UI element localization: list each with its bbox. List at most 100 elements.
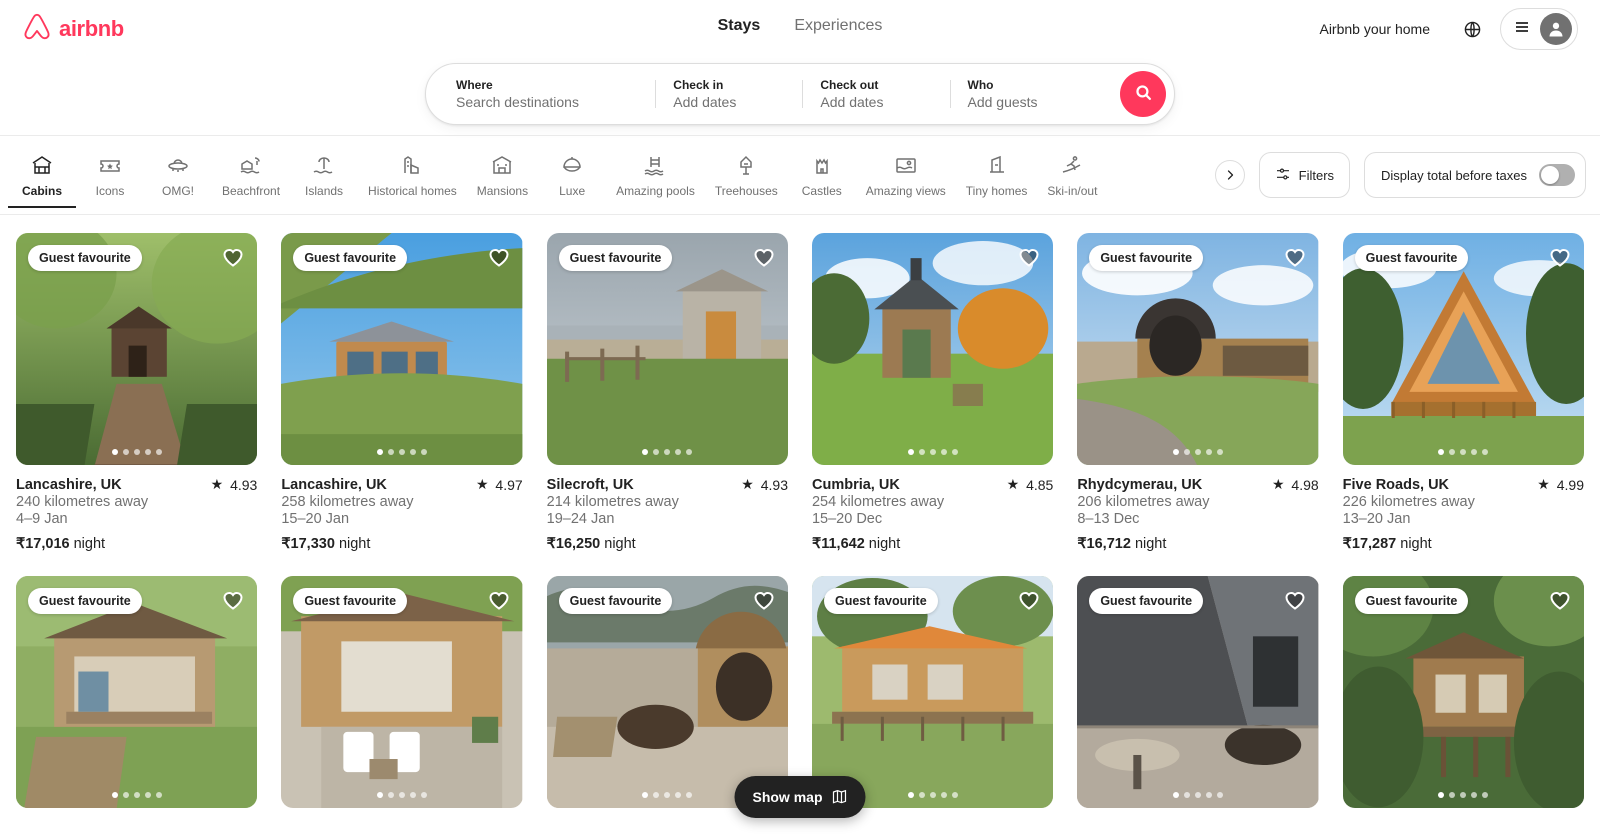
carousel-dot[interactable] [1216,792,1223,798]
carousel-dot[interactable] [1205,449,1212,455]
carousel-dot[interactable] [1460,792,1467,798]
profile-menu-button[interactable] [1500,8,1578,50]
category-beachfront[interactable]: Beachfront [212,151,290,208]
carousel-dot[interactable] [1460,449,1467,455]
listing-photo[interactable]: Guest favourite [281,233,523,465]
carousel-dot[interactable] [940,792,947,798]
carousel-dot[interactable] [133,792,140,798]
carousel-dot[interactable] [376,792,383,798]
favourite-heart-icon[interactable] [487,245,511,274]
carousel-dot[interactable] [409,449,416,455]
listing-photo[interactable]: Guest favourite [546,576,788,808]
photo-carousel-dots[interactable] [1077,792,1318,798]
listing-photo[interactable] [811,233,1054,465]
favourite-heart-icon[interactable] [1283,245,1307,274]
carousel-dot[interactable] [907,449,914,455]
favourite-heart-icon[interactable] [1548,245,1572,274]
carousel-dot[interactable] [1216,449,1223,455]
carousel-dot[interactable] [1194,449,1201,455]
carousel-dot[interactable] [664,792,671,798]
listing-card[interactable]: Guest favourite Silecroft, UK ★ 4.93 214… [546,233,788,552]
carousel-dot[interactable] [144,792,151,798]
carousel-dot[interactable] [918,792,925,798]
category-historical-homes[interactable]: Historical homes [358,151,467,208]
listing-card[interactable]: Guest favourite [811,576,1054,808]
carousel-dot[interactable] [940,449,947,455]
listing-photo[interactable]: Guest favourite [16,576,258,808]
chevron-right-icon[interactable] [1214,160,1245,190]
carousel-dot[interactable] [951,449,958,455]
photo-carousel-dots[interactable] [281,449,522,455]
checkout-value[interactable]: Add dates [820,94,931,110]
favourite-heart-icon[interactable] [752,245,776,274]
carousel-dot[interactable] [1205,792,1212,798]
carousel-dot[interactable] [686,449,693,455]
carousel-dot[interactable] [111,449,118,455]
listing-card[interactable]: Guest favourite [281,576,523,808]
category-luxe[interactable]: Luxe [538,151,606,208]
carousel-dot[interactable] [653,792,660,798]
carousel-dot[interactable] [420,792,427,798]
carousel-dot[interactable] [409,792,416,798]
category-tiny-homes[interactable]: Tiny homes [956,151,1038,208]
carousel-dot[interactable] [1172,792,1179,798]
category-castles[interactable]: Castles [788,151,856,208]
search-who-segment[interactable]: Who Add guests [950,64,1121,124]
listing-photo[interactable]: Guest favourite [1077,576,1319,808]
carousel-dot[interactable] [155,792,162,798]
photo-carousel-dots[interactable] [16,792,257,798]
carousel-dot[interactable] [918,449,925,455]
favourite-heart-icon[interactable] [1548,588,1572,617]
carousel-dot[interactable] [1482,449,1489,455]
favourite-heart-icon[interactable] [221,245,245,274]
listing-card[interactable]: Guest favourite Lancashire, UK ★ 4.93 24… [16,233,257,552]
search-destinations-input[interactable]: Search destinations [456,94,637,110]
show-map-button[interactable]: Show map [734,776,866,818]
carousel-dot[interactable] [642,449,649,455]
carousel-dot[interactable] [376,449,383,455]
carousel-dot[interactable] [133,449,140,455]
category-islands[interactable]: Islands [290,151,358,208]
category-icons[interactable]: Icons [76,151,144,208]
listing-card[interactable]: Cumbria, UK ★ 4.85 254 kilometres away 1… [811,233,1054,552]
photo-carousel-dots[interactable] [1343,792,1584,798]
carousel-dot[interactable] [929,792,936,798]
carousel-dot[interactable] [122,792,129,798]
photo-carousel-dots[interactable] [812,449,1053,455]
carousel-dot[interactable] [642,792,649,798]
listing-card[interactable]: Guest favourite [1342,576,1584,808]
category-amazing-views[interactable]: Amazing views [856,151,956,208]
category-amazing-pools[interactable]: Amazing pools [606,151,705,208]
carousel-dot[interactable] [387,449,394,455]
listing-card[interactable]: Guest favourite [1077,576,1319,808]
favourite-heart-icon[interactable] [1017,245,1041,274]
listing-card[interactable]: Guest favourite [16,576,258,808]
carousel-dot[interactable] [1194,792,1201,798]
favourite-heart-icon[interactable] [752,588,776,617]
carousel-dot[interactable] [155,449,162,455]
category-mansions[interactable]: Mansions [467,151,538,208]
carousel-dot[interactable] [653,449,660,455]
carousel-dot[interactable] [420,449,427,455]
carousel-dot[interactable] [675,792,682,798]
category-treehouses[interactable]: Treehouses [705,151,788,208]
listing-photo[interactable]: Guest favourite [1342,233,1584,465]
carousel-dot[interactable] [907,792,914,798]
carousel-dot[interactable] [686,792,693,798]
carousel-dot[interactable] [1471,792,1478,798]
carousel-dot[interactable] [1471,449,1478,455]
search-submit-button[interactable] [1120,71,1166,117]
carousel-dot[interactable] [675,449,682,455]
carousel-dot[interactable] [387,792,394,798]
category-ski-in-out[interactable]: Ski-in/out [1037,151,1107,208]
photo-carousel-dots[interactable] [281,792,522,798]
taxes-toggle[interactable] [1539,164,1575,186]
carousel-dot[interactable] [398,792,405,798]
carousel-dot[interactable] [1449,449,1456,455]
carousel-dot[interactable] [1449,792,1456,798]
listing-photo[interactable]: Guest favourite [1077,233,1319,465]
photo-carousel-dots[interactable] [1077,449,1318,455]
favourite-heart-icon[interactable] [221,588,245,617]
carousel-dot[interactable] [664,449,671,455]
globe-icon[interactable] [1452,9,1492,49]
